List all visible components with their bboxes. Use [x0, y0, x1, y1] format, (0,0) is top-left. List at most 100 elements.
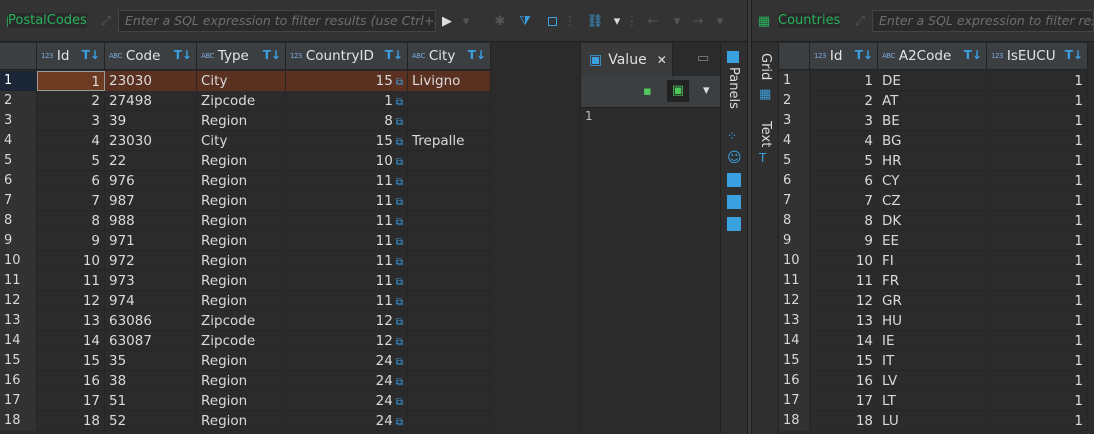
table-cell[interactable]: 1	[987, 371, 1088, 391]
table-cell[interactable]: 1	[987, 151, 1088, 171]
table-cell[interactable]: 11	[810, 271, 878, 291]
row-number[interactable]: 10	[0, 251, 37, 271]
table-cell[interactable]: Region	[197, 191, 286, 211]
table-cell[interactable]: City	[197, 131, 286, 151]
table-cell[interactable]: 972	[105, 251, 197, 271]
table-cell[interactable]	[408, 331, 491, 351]
table-cell[interactable]: GR	[878, 291, 987, 311]
open-link-icon[interactable]: ⧉	[396, 277, 403, 288]
table-cell[interactable]: 976	[105, 171, 197, 191]
table-cell[interactable]: 1	[987, 191, 1088, 211]
table-cell[interactable]: 11 ⧉	[286, 251, 408, 271]
table-row[interactable]: 17 17 LT 1	[779, 391, 1088, 411]
table-cell[interactable]: 5	[37, 151, 105, 171]
table-cell[interactable]: 15 ⧉	[286, 71, 408, 91]
table-cell[interactable]: 9	[810, 231, 878, 251]
column-header[interactable]: 123 Id T↓	[810, 43, 878, 70]
table-cell[interactable]: 9	[37, 231, 105, 251]
table-cell[interactable]: 1	[987, 331, 1088, 351]
table-cell[interactable]: 23030	[105, 71, 197, 91]
table-cell[interactable]: 1	[987, 91, 1088, 111]
table-cell[interactable]: 3	[810, 111, 878, 131]
table-cell[interactable]: 24 ⧉	[286, 351, 408, 371]
table-cell[interactable]: 1	[987, 391, 1088, 411]
table-cell[interactable]: 35	[105, 351, 197, 371]
expand-icon[interactable]: ⤢	[96, 11, 116, 31]
table-cell[interactable]: City	[197, 71, 286, 91]
table-row[interactable]: 2 2 27498 Zipcode 1 ⧉	[0, 91, 491, 111]
table-cell[interactable]: Trepalle	[408, 131, 491, 151]
table-row[interactable]: 11 11 973 Region 11 ⧉	[0, 271, 491, 291]
table-cell[interactable]: Zipcode	[197, 91, 286, 111]
table-cell[interactable]: LT	[878, 391, 987, 411]
more-icon[interactable]: ⋮	[560, 11, 580, 31]
row-number[interactable]: 18	[779, 411, 810, 431]
column-header[interactable]: ABC A2Code T↓	[878, 43, 987, 70]
link-icon[interactable]: ⛓	[585, 11, 605, 31]
table-row[interactable]: 5 5 22 Region 10 ⧉	[0, 151, 491, 171]
table-cell[interactable]: 11 ⧉	[286, 211, 408, 231]
open-link-icon[interactable]: ⧉	[396, 117, 403, 128]
table-cell[interactable]: 1	[987, 291, 1088, 311]
table-row[interactable]: 3 3 39 Region 8 ⧉	[0, 111, 491, 131]
open-link-icon[interactable]: ⧉	[396, 157, 403, 168]
table-cell[interactable]: IE	[878, 331, 987, 351]
table-cell[interactable]: 38	[105, 371, 197, 391]
table-cell[interactable]: 1	[987, 271, 1088, 291]
table-row[interactable]: 10 10 972 Region 11 ⧉	[0, 251, 491, 271]
row-number[interactable]: 11	[779, 271, 810, 291]
table-cell[interactable]: 1	[987, 131, 1088, 151]
table-cell[interactable]: 15	[37, 351, 105, 371]
column-header[interactable]: ABC Code T↓	[105, 43, 197, 70]
table-cell[interactable]: 16	[810, 371, 878, 391]
table-cell[interactable]	[408, 371, 491, 391]
table-cell[interactable]: 1	[987, 231, 1088, 251]
table-row[interactable]: 13 13 63086 Zipcode 12 ⧉	[0, 311, 491, 331]
apply-filter-icon[interactable]: ✱	[490, 11, 510, 31]
open-link-icon[interactable]: ⧉	[396, 357, 403, 368]
table-cell[interactable]: 10 ⧉	[286, 151, 408, 171]
table-cell[interactable]: 5	[810, 151, 878, 171]
minimize-icon[interactable]: ▭	[697, 51, 709, 66]
row-number[interactable]: 16	[779, 371, 810, 391]
table-cell[interactable]: 23030	[105, 131, 197, 151]
table-cell[interactable]: 24 ⧉	[286, 391, 408, 411]
table-cell[interactable]: Region	[197, 151, 286, 171]
table-row[interactable]: 14 14 63087 Zipcode 12 ⧉	[0, 331, 491, 351]
table-cell[interactable]: 22	[105, 151, 197, 171]
sort-icon[interactable]: T↓	[385, 48, 403, 62]
dropdown-icon[interactable]: ▾	[456, 11, 476, 31]
table-cell[interactable]: 12	[810, 291, 878, 311]
row-number[interactable]: 7	[0, 191, 37, 211]
table-row[interactable]: 9 9 EE 1	[779, 231, 1088, 251]
table-cell[interactable]: 1	[987, 171, 1088, 191]
row-number[interactable]: 9	[779, 231, 810, 251]
row-number[interactable]: 12	[779, 291, 810, 311]
table-cell[interactable]: EE	[878, 231, 987, 251]
table-cell[interactable]: Region	[197, 411, 286, 431]
table-cell[interactable]	[408, 171, 491, 191]
table-cell[interactable]: 18	[37, 411, 105, 431]
open-link-icon[interactable]: ⧉	[396, 257, 403, 268]
table-row[interactable]: 8 8 988 Region 11 ⧉	[0, 211, 491, 231]
column-header[interactable]: 123 CountryID T↓	[286, 43, 408, 70]
grid-view-tab[interactable]: Grid	[758, 53, 773, 80]
row-number[interactable]: 13	[779, 311, 810, 331]
table-cell[interactable]: 12 ⧉	[286, 331, 408, 351]
table-row[interactable]: 7 7 CZ 1	[779, 191, 1088, 211]
open-link-icon[interactable]: ⧉	[396, 337, 403, 348]
aggregate-icon[interactable]: ⁘	[727, 129, 741, 143]
table-cell[interactable]: 39	[105, 111, 197, 131]
table-row[interactable]: 16 16 38 Region 24 ⧉	[0, 371, 491, 391]
forward-dropdown-icon[interactable]: ▾	[710, 11, 730, 31]
row-number[interactable]: 4	[0, 131, 37, 151]
table-cell[interactable]: Zipcode	[197, 311, 286, 331]
row-number[interactable]: 8	[0, 211, 37, 231]
table-row[interactable]: 17 17 51 Region 24 ⧉	[0, 391, 491, 411]
table-row[interactable]: 6 6 976 Region 11 ⧉	[0, 171, 491, 191]
table-cell[interactable]: 63086	[105, 311, 197, 331]
table-row[interactable]: 1 1 DE 1	[779, 71, 1088, 91]
table-cell[interactable]: DK	[878, 211, 987, 231]
sort-icon[interactable]: T↓	[174, 48, 192, 62]
table-cell[interactable]: Region	[197, 251, 286, 271]
